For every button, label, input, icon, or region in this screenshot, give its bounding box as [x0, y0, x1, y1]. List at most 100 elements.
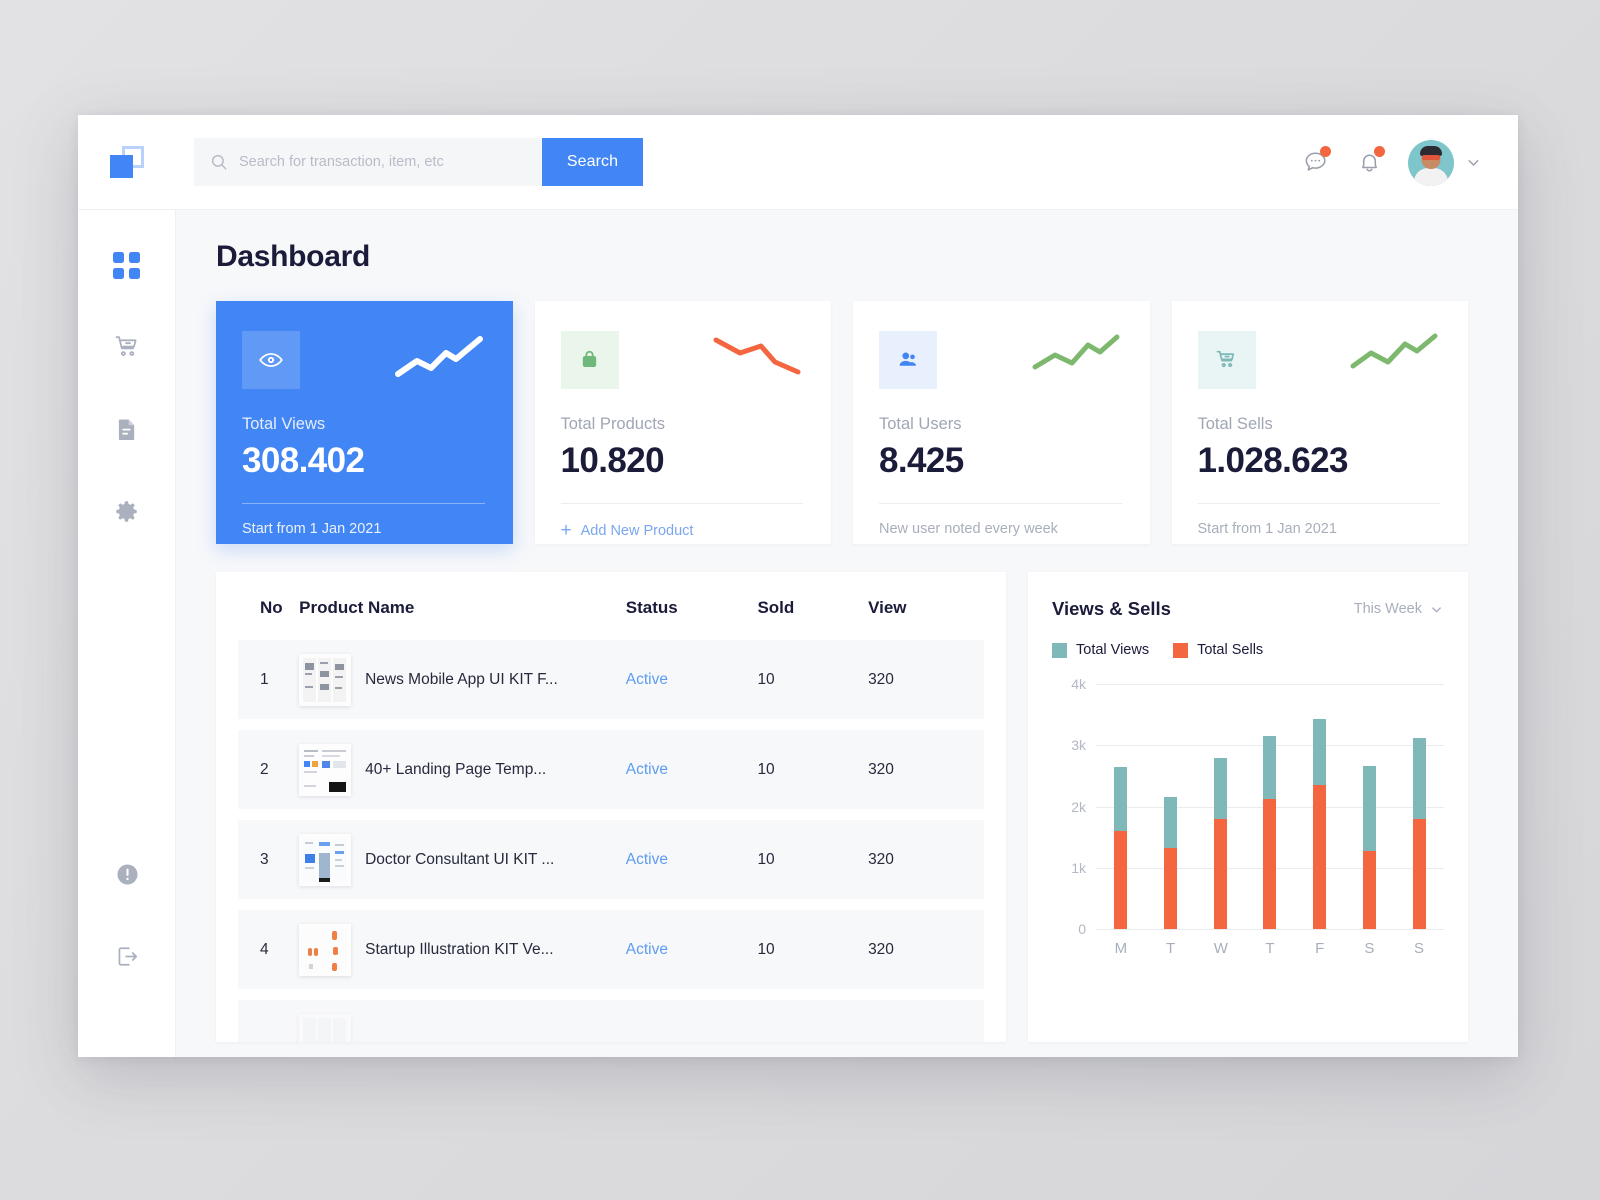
table-row-partial[interactable] — [238, 1000, 984, 1042]
cell-no: 2 — [260, 760, 269, 778]
column-header-sold[interactable]: Sold — [757, 572, 868, 640]
stat-card-total-users[interactable]: Total Users 8.425 New user noted every w… — [853, 301, 1150, 544]
stat-card-total-products[interactable]: Total Products 10.820 + Add New Product — [534, 301, 831, 544]
avatar-glasses — [1422, 154, 1440, 160]
legend-item-total-views[interactable]: Total Views — [1052, 642, 1149, 658]
chart-legend: Total Views Total Sells — [1052, 642, 1444, 658]
sidebar-item-settings[interactable] — [98, 482, 156, 540]
column-header-name[interactable]: Product Name — [299, 572, 626, 640]
lower-row: No Product Name Status Sold View 1 News … — [216, 572, 1468, 1042]
divider — [560, 503, 803, 504]
cell-sold: 10 — [757, 850, 775, 868]
cell-product — [299, 1000, 626, 1042]
divider — [1197, 503, 1440, 504]
row-spacer — [238, 989, 984, 1000]
stat-value: 8.425 — [879, 441, 964, 480]
x-axis-label: S — [1414, 940, 1425, 957]
app-logo-icon — [110, 146, 144, 178]
table-row[interactable]: 3 Doctor Consultant UI KIT ... Active 10… — [238, 820, 984, 899]
x-axis-label: T — [1165, 940, 1176, 957]
legend-swatch-views — [1052, 642, 1067, 658]
stat-card-total-sells[interactable]: Total Sells 1.028.623 Start from 1 Jan 2… — [1171, 301, 1468, 544]
search-box[interactable] — [194, 138, 542, 186]
profile-menu-button[interactable] — [1456, 140, 1490, 186]
legend-swatch-sells — [1173, 642, 1189, 658]
table-row[interactable]: 2 40+ Landing Page Temp... Active 10 320 — [238, 730, 984, 809]
stat-card-total-views[interactable]: Total Views 308.402 Start from 1 Jan 202… — [216, 301, 513, 544]
eye-icon-badge — [242, 331, 300, 389]
status-badge: Active — [625, 850, 668, 868]
messages-badge — [1320, 145, 1331, 157]
search-input[interactable] — [239, 154, 529, 170]
product-thumbnail — [299, 923, 352, 976]
chart-range-label: This Week — [1353, 601, 1422, 617]
cell-view: 320 — [868, 850, 894, 868]
messages-button[interactable] — [1288, 140, 1342, 186]
stat-footer: New user noted every week — [879, 521, 1058, 537]
views-sells-chart-card: Views & Sells This Week Total Views Tota… — [1028, 572, 1468, 1042]
product-name: 40+ Landing Page Temp... — [365, 760, 547, 778]
chart-y-axis: 0 1k 2k 3k 4k — [1052, 676, 1086, 937]
sparkline-up-icon — [394, 336, 483, 377]
y-axis-tick: 2k — [1071, 798, 1086, 815]
cell-status: Active — [626, 640, 758, 719]
chevron-down-icon — [1468, 160, 1478, 166]
sidebar-item-dashboard[interactable] — [98, 236, 156, 294]
gridline — [1096, 806, 1444, 808]
chart-grid — [1096, 684, 1444, 930]
sidebar-item-documents[interactable] — [98, 400, 156, 458]
avatar[interactable] — [1408, 139, 1454, 186]
sidebar-item-help[interactable] — [98, 845, 156, 903]
users-icon-badge — [879, 331, 937, 389]
bag-icon-badge — [560, 331, 619, 389]
add-new-product-label: Add New Product — [580, 522, 694, 539]
cell-view: 320 — [868, 670, 894, 688]
cell-product: Doctor Consultant UI KIT ... — [299, 820, 626, 899]
sidebar-bottom-group — [78, 845, 176, 985]
sidebar-item-logout[interactable] — [98, 927, 156, 985]
column-header-no[interactable]: No — [238, 572, 299, 640]
stat-card-top — [879, 331, 1122, 393]
document-icon — [118, 419, 135, 440]
stat-value: 308.402 — [242, 441, 365, 480]
chart-title: Views & Sells — [1052, 598, 1171, 619]
chart-header: Views & Sells This Week — [1052, 598, 1444, 620]
search-icon — [210, 153, 228, 171]
x-axis-label: S — [1364, 940, 1375, 957]
sidebar-item-orders[interactable] — [98, 318, 156, 376]
table-row[interactable]: 1 News Mobile App UI KIT F... Active 10 … — [238, 640, 984, 719]
stat-card-top — [560, 331, 804, 393]
status-badge: Active — [625, 670, 668, 688]
cell-product: 40+ Landing Page Temp... — [299, 730, 626, 809]
cell-status: Active — [626, 910, 758, 989]
page-title: Dashboard — [216, 240, 370, 273]
column-header-view[interactable]: View — [868, 572, 984, 640]
search-group: Search — [194, 138, 643, 186]
cell-sold: 10 — [757, 940, 775, 958]
cell-sold: 10 — [757, 670, 775, 688]
notifications-button[interactable] — [1342, 140, 1396, 186]
cell-sold: 10 — [757, 760, 775, 778]
info-circle-icon — [117, 864, 137, 884]
product-thumbnail — [299, 833, 352, 886]
row-spacer — [238, 719, 984, 730]
column-header-status[interactable]: Status — [626, 572, 758, 640]
logout-icon — [118, 946, 137, 966]
search-button[interactable]: Search — [542, 138, 643, 186]
cell-no: 4 — [260, 940, 269, 958]
stat-cards-row: Total Views 308.402 Start from 1 Jan 202… — [216, 301, 1468, 544]
legend-item-total-sells[interactable]: Total Sells — [1173, 642, 1263, 658]
sparkline-down-icon — [713, 337, 801, 375]
status-badge: Active — [625, 940, 668, 958]
y-axis-tick: 1k — [1071, 859, 1086, 876]
add-new-product-link[interactable]: + Add New Product — [561, 521, 804, 540]
top-bar: Search — [78, 115, 1518, 210]
logo-container[interactable] — [78, 146, 176, 178]
table-row[interactable]: 4 Startup Illustration KIT Ve... Active … — [238, 910, 984, 989]
sidebar — [78, 210, 176, 1057]
stat-card-top — [242, 331, 485, 393]
chart-range-selector[interactable]: This Week — [1354, 601, 1444, 617]
notifications-badge — [1374, 145, 1385, 157]
stat-value: 10.820 — [560, 441, 665, 480]
avatar-body — [1414, 167, 1448, 186]
